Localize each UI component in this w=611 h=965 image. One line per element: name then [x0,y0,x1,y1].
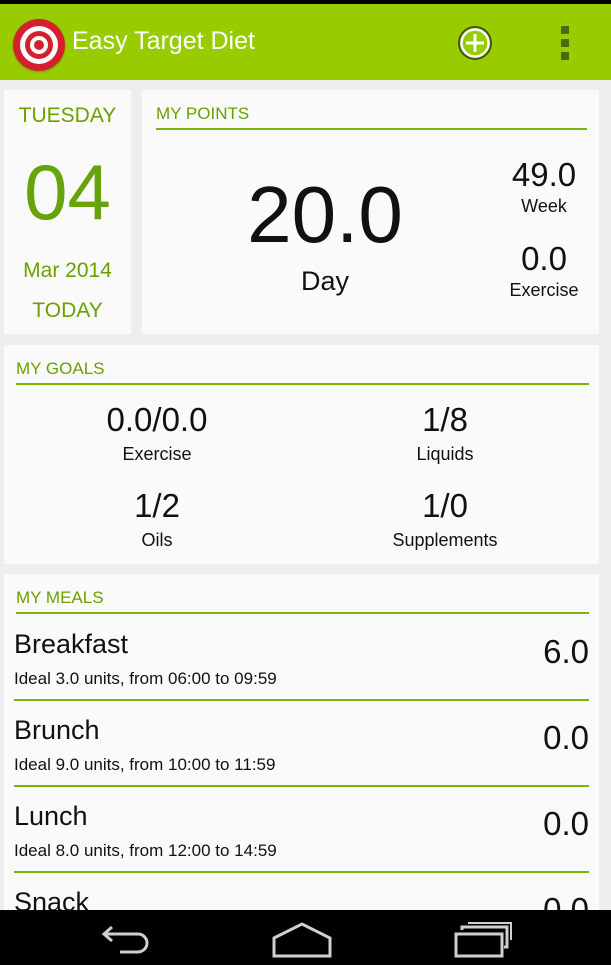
points-card: MY POINTS 20.0 Day 49.0 Week 0.0 Exercis… [142,90,599,334]
goal-label: Oils [141,530,173,550]
meal-name: Lunch [14,801,88,831]
goal-value: 1/2 [134,487,180,524]
meal-ideal: Ideal 9.0 units, from 10:00 to 11:59 [14,755,276,774]
goal-supplements[interactable]: 1/0 Supplements [345,487,545,551]
week-points-value: 49.0 [511,156,577,193]
meal-points: 0.0 [543,719,589,756]
goal-label: Exercise [122,444,192,464]
back-icon[interactable] [94,920,152,961]
meal-name: Breakfast [14,629,129,659]
week-points-label: Week [521,196,567,216]
date-panel[interactable]: TUESDAY 04 Mar 2014 TODAY [4,90,131,334]
day-number: 04 [24,148,111,236]
today-label: TODAY [32,299,103,322]
target-logo-icon[interactable] [13,19,65,71]
exercise-points: 0.0 Exercise [492,240,596,301]
add-circle-icon[interactable] [455,23,495,63]
weekday-label: TUESDAY [18,104,117,127]
goal-liquids[interactable]: 1/8 Liquids [345,401,545,465]
meal-ideal: Ideal 3.0 units, from 06:00 to 09:59 [14,669,277,688]
goals-card: MY GOALS 0.0/0.0 Exercise 1/8 Liquids 1/… [4,345,599,564]
goal-label: Supplements [392,530,498,550]
home-icon[interactable] [271,920,333,963]
meal-points: 0.0 [543,805,589,842]
goal-oils[interactable]: 1/2 Oils [57,487,257,551]
month-year-label: Mar 2014 [23,259,112,282]
meal-points: 6.0 [543,633,589,670]
exercise-points-value: 0.0 [521,240,567,277]
goal-label: Liquids [416,444,474,464]
meal-row-lunch[interactable]: Lunch Ideal 8.0 units, from 12:00 to 14:… [14,787,589,873]
meal-row-breakfast[interactable]: Breakfast Ideal 3.0 units, from 06:00 to… [14,615,589,701]
meal-ideal: Ideal 8.0 units, from 12:00 to 14:59 [14,841,277,860]
week-points: 49.0 Week [492,156,596,217]
action-bar: Easy Target Diet [0,4,611,80]
day-points-value: 20.0 [247,170,403,259]
goal-value: 1/8 [422,401,468,438]
meal-row-brunch[interactable]: Brunch Ideal 9.0 units, from 10:00 to 11… [14,701,589,787]
meals-card: MY MEALS Breakfast Ideal 3.0 units, from… [4,574,599,914]
goal-value: 0.0/0.0 [106,401,208,438]
app-title: Easy Target Diet [72,27,255,55]
recent-apps-icon[interactable] [454,920,514,963]
day-points-label: Day [300,266,349,296]
meal-name: Brunch [14,715,100,745]
meal-row-snack[interactable]: Snack 0.0 [14,873,589,914]
meals-header: MY MEALS [16,588,589,614]
goals-header: MY GOALS [16,359,589,385]
goal-exercise[interactable]: 0.0/0.0 Exercise [57,401,257,465]
goal-value: 1/0 [422,487,468,524]
overflow-menu-icon[interactable] [559,26,571,62]
points-header: MY POINTS [156,104,587,130]
exercise-points-label: Exercise [509,280,579,300]
navigation-bar [0,910,611,965]
